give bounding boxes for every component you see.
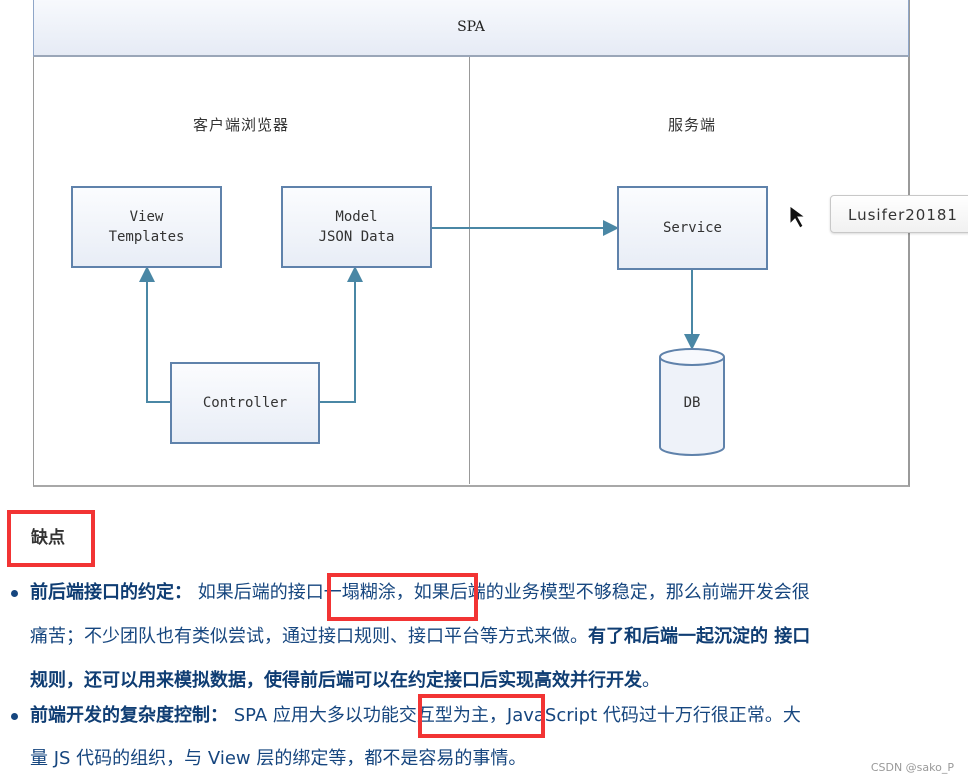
user-tooltip: Lusifer20181 xyxy=(830,195,968,233)
db-label-wrap: DB xyxy=(660,370,724,436)
item-1-bold-b: 规则，还可以用来模拟数据，使得前后端可以在约定接口后实现高效并行开发 xyxy=(30,670,642,691)
controller-label: Controller xyxy=(202,395,288,411)
view-label-1: View xyxy=(129,209,164,225)
model-label-1: Model xyxy=(335,209,378,225)
spa-diagram: SPA 客户端浏览器 服务端 View Templates Model JSON… xyxy=(0,0,968,500)
model-label-2: JSON Data xyxy=(318,229,395,245)
highlight-box-interaction xyxy=(418,694,545,738)
item-2-line-2: 量 JS 代码的组织，与 View 层的绑定等，都不是容易的事情。 xyxy=(30,744,526,770)
item-2-text-c: 量 JS 代码的组织，与 View 层的绑定等，都不是容易的事情。 xyxy=(30,748,527,769)
item-2-line-1: 前端开发的复杂度控制： SPA 应用大多以功能交互型为主，JavaScript … xyxy=(30,701,801,727)
view-label-2: Templates xyxy=(108,229,185,245)
bullet-2 xyxy=(11,713,18,720)
item-1-text-a: 如果后端的 xyxy=(197,582,288,603)
section-heading: 缺点 xyxy=(31,528,65,548)
bullet-1 xyxy=(11,590,18,597)
item-2-text-a: SPA 应用大多以 xyxy=(233,705,363,726)
service-box: Service xyxy=(617,186,768,270)
highlight-box-interface xyxy=(327,573,478,621)
item-1-end: 。 xyxy=(642,670,660,691)
db-label: DB xyxy=(683,395,701,411)
item-1-text-c: 痛苦；不少团队也有类似尝试，通过接口规则、接口平台等方式来做。 xyxy=(30,626,588,647)
mouse-cursor-icon xyxy=(789,205,807,229)
controller-to-model-arrow xyxy=(319,266,363,403)
item-1-label: 前后端接口的约定： xyxy=(30,582,192,603)
item-2-label: 前端开发的复杂度控制： xyxy=(30,705,228,726)
item-1-bold-a: 有了和后端一起沉淀的 接口 xyxy=(588,626,811,647)
model-json-box: Model JSON Data xyxy=(281,186,432,268)
controller-to-view-arrow xyxy=(139,266,170,403)
view-templates-box: View Templates xyxy=(71,186,222,268)
controller-box: Controller xyxy=(170,362,320,444)
service-label: Service xyxy=(662,220,722,236)
item-1-line-3: 规则，还可以用来模拟数据，使得前后端可以在约定接口后实现高效并行开发。 xyxy=(30,666,660,692)
item-1-line-2: 痛苦；不少团队也有类似尝试，通过接口规则、接口平台等方式来做。有了和后端一起沉淀… xyxy=(30,622,810,648)
watermark: CSDN @sako_P xyxy=(870,761,954,774)
